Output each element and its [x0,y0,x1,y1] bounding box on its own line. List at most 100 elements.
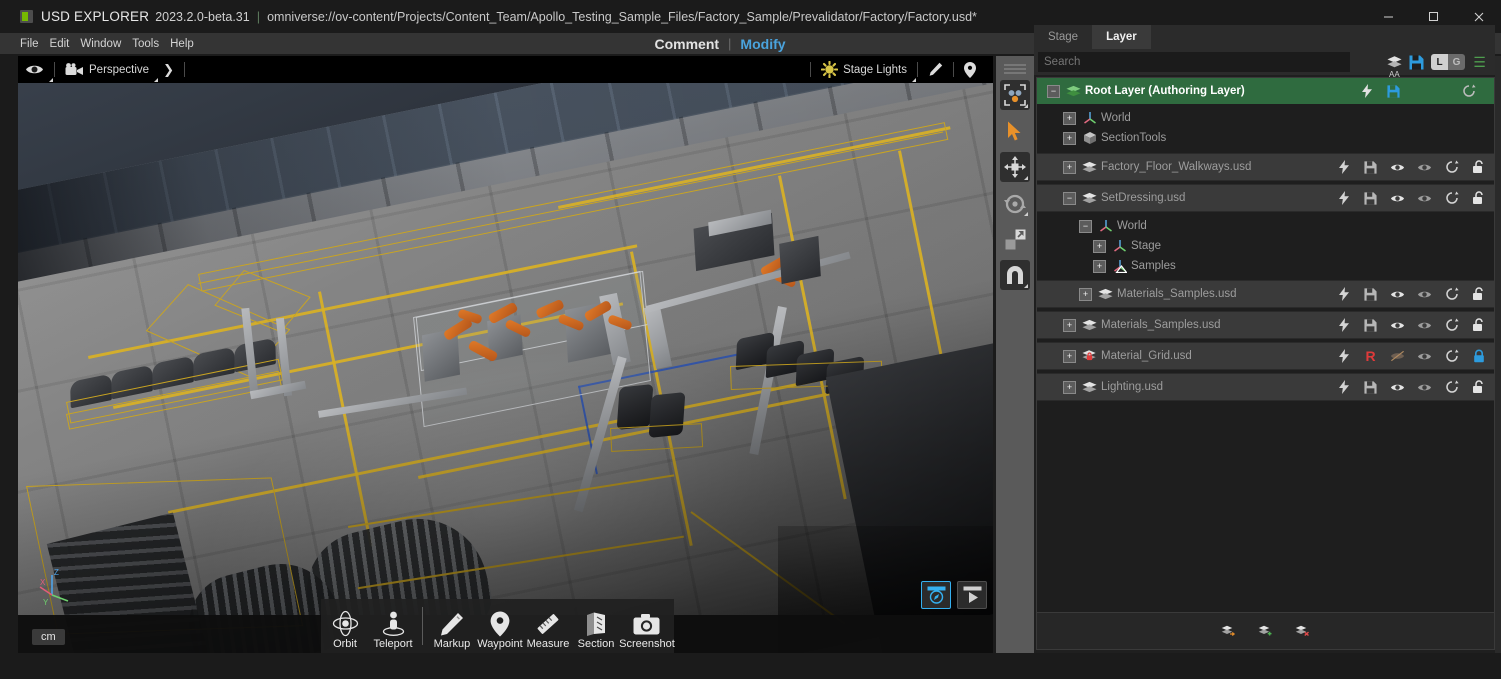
lightning-icon[interactable] [1336,380,1351,395]
add-layer-icon[interactable] [1258,624,1273,639]
mode-comment-tab[interactable]: Comment [654,36,719,52]
eye-on-icon[interactable] [1390,380,1405,395]
save-icon[interactable] [1363,191,1378,206]
list-item[interactable]: − World [1037,216,1494,236]
measure-tool-button[interactable]: Measure [524,596,572,653]
layer-aa-icon[interactable]: AA [1387,55,1402,79]
menu-help[interactable]: Help [170,38,194,50]
row-expander[interactable]: + [1093,259,1106,273]
row-expander[interactable]: + [1063,111,1076,125]
save-icon[interactable] [1363,318,1378,333]
eye-on-icon[interactable] [1390,287,1405,302]
viewport-3d[interactable]: Perspective ❯ Stage Lights Z X Y cm Orbi… [18,56,993,653]
layer-tree[interactable]: − Root Layer (Authoring Layer) + World +… [1036,77,1495,644]
markup-tool-button[interactable]: Markup [428,596,476,653]
eye-dim-icon[interactable] [1417,287,1432,302]
lighting-selector-button[interactable]: Stage Lights [814,56,916,83]
units-badge[interactable]: cm [32,629,65,645]
eye-dim-icon[interactable] [1417,191,1432,206]
row-expander[interactable]: + [1063,131,1076,145]
table-row[interactable]: + Material_Grid.usd R [1037,342,1494,370]
waypoint-tool-button[interactable]: Waypoint [476,596,524,653]
select-mode-button[interactable] [1000,80,1030,110]
save-icon[interactable] [1363,380,1378,395]
eye-dim-icon[interactable] [1417,160,1432,175]
snap-tool-button[interactable] [1000,260,1030,290]
list-item[interactable]: + Stage [1037,236,1494,256]
row-expander[interactable]: + [1063,380,1076,394]
list-item[interactable]: + Samples [1037,256,1494,276]
camera-selector-button[interactable]: Perspective [58,56,159,83]
screenshot-tool-button[interactable]: Screenshot [619,596,675,653]
camera-next-button[interactable]: ❯ [156,56,181,83]
viewport-markup-button[interactable] [921,56,950,83]
table-row[interactable]: + Materials_Samples.usd [1037,280,1494,308]
row-expander[interactable]: + [1063,318,1076,332]
lock-blue-icon[interactable] [1471,349,1486,364]
reload-icon[interactable] [1444,287,1459,302]
toggle-local[interactable]: L [1431,54,1448,70]
lightning-icon[interactable] [1336,287,1351,302]
navigation-compass-button[interactable] [921,581,951,609]
menu-window[interactable]: Window [80,38,121,50]
orbit-tool-button[interactable]: Orbit [321,596,369,653]
list-item[interactable]: + SectionTools [1037,128,1494,148]
reload-icon[interactable] [1444,318,1459,333]
rotate-tool-button[interactable] [1000,188,1030,218]
table-row[interactable]: − SetDressing.usd [1037,184,1494,212]
row-expander[interactable]: + [1079,287,1092,301]
options-menu-icon[interactable]: ☰ [1472,54,1487,70]
pointer-tool-button[interactable] [1000,116,1030,146]
unlock-icon[interactable] [1471,380,1486,395]
mode-modify-tab[interactable]: Modify [740,36,785,52]
reload-icon[interactable] [1444,380,1459,395]
move-tool-button[interactable] [1000,152,1030,182]
table-row[interactable]: + Materials_Samples.usd [1037,311,1494,339]
save-icon[interactable] [1363,160,1378,175]
unlock-icon[interactable] [1471,160,1486,175]
list-item[interactable]: + World [1037,108,1494,128]
eye-dim-icon[interactable] [1417,380,1432,395]
lightning-icon[interactable] [1336,349,1351,364]
row-expander[interactable]: + [1063,160,1076,174]
tab-layer[interactable]: Layer [1092,25,1151,49]
local-global-toggle[interactable]: L G [1431,54,1465,70]
unlock-icon[interactable] [1471,287,1486,302]
viewport-visibility-button[interactable] [18,56,53,83]
viewport-waypoint-button[interactable] [957,56,983,83]
save-blue-icon[interactable] [1386,84,1401,99]
reload-icon[interactable] [1444,349,1459,364]
tab-stage[interactable]: Stage [1034,25,1092,49]
save-icon[interactable] [1363,287,1378,302]
eye-dim-icon[interactable] [1417,349,1432,364]
row-expander[interactable]: + [1093,239,1106,253]
search-input[interactable] [1038,52,1350,72]
unlock-icon[interactable] [1471,318,1486,333]
play-viewport-button[interactable] [957,581,987,609]
move-layer-icon[interactable] [1221,624,1236,639]
remove-layer-icon[interactable] [1295,624,1310,639]
toggle-global[interactable]: G [1448,54,1465,70]
section-tool-button[interactable]: Section [572,596,620,653]
panel-resize-handle[interactable] [1495,56,1501,653]
row-expander[interactable]: − [1063,191,1076,205]
lightning-icon[interactable] [1336,160,1351,175]
table-row[interactable]: − Root Layer (Authoring Layer) [1037,78,1494,104]
save-layer-icon[interactable] [1409,55,1424,70]
eye-on-icon[interactable] [1390,160,1405,175]
unlock-icon[interactable] [1471,191,1486,206]
lightning-icon[interactable] [1336,318,1351,333]
scale-tool-button[interactable] [1000,224,1030,254]
menu-tools[interactable]: Tools [132,38,159,50]
eye-on-icon[interactable] [1390,318,1405,333]
axis-gizmo[interactable]: Z X Y [38,563,84,609]
lightning-icon[interactable] [1336,191,1351,206]
row-expander[interactable]: − [1079,219,1092,233]
eye-dim-icon[interactable] [1417,318,1432,333]
reload-icon[interactable] [1461,84,1476,99]
menu-edit[interactable]: Edit [50,38,70,50]
R-readonly-icon[interactable]: R [1363,348,1378,364]
row-expander[interactable]: − [1047,84,1060,98]
table-row[interactable]: + Factory_Floor_Walkways.usd [1037,153,1494,181]
reload-icon[interactable] [1444,191,1459,206]
